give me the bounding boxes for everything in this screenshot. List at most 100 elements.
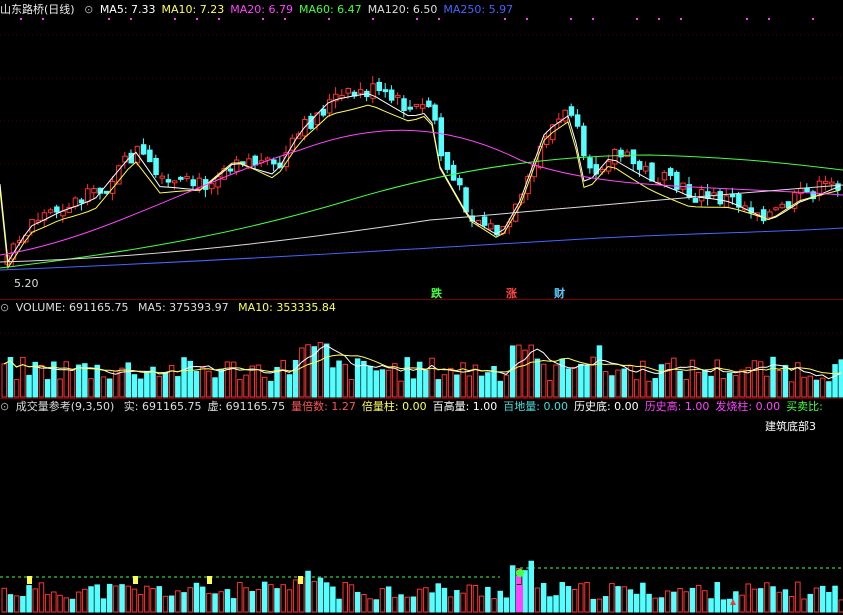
volume-bar <box>621 368 627 398</box>
indicator-bar <box>63 597 69 613</box>
volume-bar <box>776 370 782 398</box>
signal-dot <box>372 18 374 20</box>
volume-bar <box>726 372 733 398</box>
candle-body <box>345 88 351 94</box>
indicator-bar <box>162 595 169 613</box>
candle-body <box>804 187 810 193</box>
candle-body <box>357 89 364 94</box>
volume-bar <box>330 367 336 398</box>
signal-dot <box>636 18 638 20</box>
indicator-bar <box>671 591 677 613</box>
indicator-bar <box>770 586 776 613</box>
candle-body <box>395 94 401 98</box>
indicator-bar <box>385 586 392 613</box>
volume-bar <box>633 379 640 398</box>
volume-bar <box>113 370 119 398</box>
indicator-bar <box>181 592 187 613</box>
indicator-bar <box>336 598 342 613</box>
indicator-bar <box>832 585 838 613</box>
indicator-bar <box>633 593 640 613</box>
indicator-bar <box>7 594 14 613</box>
candle-body <box>426 100 432 108</box>
volume-bar <box>193 371 200 398</box>
indicator-bar <box>168 595 175 613</box>
highlight-marker <box>207 576 212 584</box>
indicator-bar <box>664 590 671 613</box>
volume-bar <box>819 377 826 398</box>
indicator-bar <box>367 598 373 613</box>
indicator-bar <box>311 580 317 613</box>
volume-bar <box>199 367 206 398</box>
volume-bar <box>181 357 187 398</box>
indicator-bar <box>726 598 733 613</box>
volume-bar <box>714 359 720 398</box>
candle-body <box>438 117 444 157</box>
indicator-bar <box>292 579 299 613</box>
volume-bar <box>131 374 138 398</box>
indicator-bar <box>472 584 479 613</box>
volume-bar <box>509 345 516 398</box>
volume-bar <box>398 380 404 398</box>
volume-chart[interactable] <box>0 300 843 399</box>
indicator-bar <box>361 593 367 613</box>
volume-bar <box>466 375 472 398</box>
candle-body <box>717 191 723 205</box>
volume-bar <box>88 378 94 398</box>
indicator-chart[interactable] <box>0 400 843 615</box>
candle-body <box>78 199 85 204</box>
candle-body <box>581 125 587 157</box>
candle-body <box>165 179 172 183</box>
volume-bar <box>596 345 603 398</box>
highlight-marker <box>298 576 303 584</box>
signal-dot <box>284 18 286 20</box>
signal-dot <box>42 18 44 20</box>
signal-dot <box>108 18 110 20</box>
volume-bar <box>807 375 813 398</box>
volume-bar <box>478 375 485 398</box>
candlestick-chart[interactable] <box>0 0 843 300</box>
candle-body <box>215 176 221 188</box>
volume-bar <box>348 379 355 398</box>
indicator-bar <box>689 587 696 613</box>
indicator-bar <box>373 599 379 613</box>
candle-body <box>587 157 593 169</box>
volume-bar <box>770 356 776 398</box>
volume-bar <box>565 368 572 398</box>
volume-bar <box>571 366 578 398</box>
candle-body <box>463 187 469 213</box>
indicator-bar <box>714 582 720 613</box>
indicator-bar <box>218 591 224 613</box>
indicator-bar <box>261 581 268 613</box>
signal-dot <box>768 18 770 20</box>
indicator-bar <box>782 589 789 613</box>
indicator-bar <box>13 595 20 613</box>
indicator-bar <box>454 590 460 613</box>
indicator-bar <box>51 591 57 613</box>
candle-body <box>376 81 382 92</box>
candle-body <box>729 193 736 198</box>
candle-body <box>85 188 91 203</box>
volume-bar <box>578 363 584 398</box>
indicator-bar <box>131 588 138 613</box>
volume-bar <box>156 375 162 398</box>
volume-bar <box>354 358 361 398</box>
indicator-bar <box>156 586 162 613</box>
indicator-bar <box>553 595 559 613</box>
volume-bar <box>447 367 454 398</box>
volume-bar <box>7 357 14 398</box>
indicator-bar <box>423 587 429 613</box>
volume-bar <box>733 375 739 398</box>
volume-bar <box>609 375 615 398</box>
indicator-bar <box>1 587 7 613</box>
candle-body <box>153 157 159 176</box>
volume-bar <box>94 364 100 398</box>
indicator-bar <box>751 588 758 613</box>
signal-dot <box>658 18 660 20</box>
volume-bar <box>540 363 547 398</box>
volume-bar <box>751 360 758 398</box>
signal-dot <box>570 18 572 20</box>
indicator-bar <box>398 594 404 613</box>
signal-dot <box>504 18 506 20</box>
volume-bar <box>534 358 541 398</box>
indicator-bar <box>404 596 410 613</box>
